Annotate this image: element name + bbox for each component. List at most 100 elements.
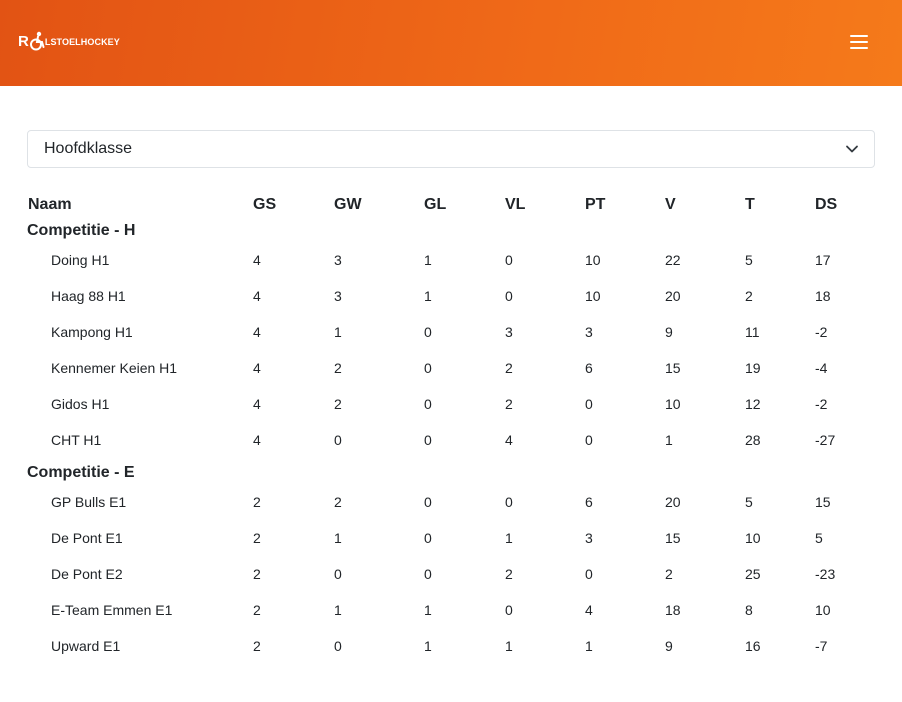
cell-gl: 1 <box>424 638 432 654</box>
hamburger-menu-icon[interactable] <box>846 30 872 54</box>
cell-gs: 4 <box>253 432 261 448</box>
col-ds: DS <box>815 196 838 213</box>
cell-gw: 1 <box>334 324 342 340</box>
table-row: Upward E1 2 0 1 1 1 9 16 -7 <box>27 628 875 664</box>
cell-ds: -27 <box>815 432 836 448</box>
cell-pt: 3 <box>585 530 593 546</box>
col-gl: GL <box>424 196 447 213</box>
cell-gl: 0 <box>424 530 432 546</box>
menu-bar <box>850 47 868 49</box>
col-gs: GS <box>253 196 277 213</box>
team-name: Kampong H1 <box>51 324 133 340</box>
cell-gw: 0 <box>334 566 342 582</box>
cell-gl: 1 <box>424 288 432 304</box>
cell-gs: 4 <box>253 360 261 376</box>
cell-gs: 2 <box>253 602 261 618</box>
league-select[interactable]: Hoofdklasse <box>27 130 875 168</box>
table-row: Gidos H1 4 2 0 2 0 10 12 -2 <box>27 386 875 422</box>
site-logo[interactable]: R LSTOELHOCKEY <box>18 29 120 53</box>
cell-ds: 18 <box>815 288 831 304</box>
team-name: Upward E1 <box>51 638 121 654</box>
cell-ds: -23 <box>815 566 836 582</box>
cell-ds: 17 <box>815 252 831 268</box>
cell-pt: 6 <box>585 494 593 510</box>
cell-t: 10 <box>745 530 761 546</box>
table-row: Haag 88 H1 4 3 1 0 10 20 2 18 <box>27 278 875 314</box>
cell-t: 2 <box>745 288 753 304</box>
col-v: V <box>665 196 676 213</box>
cell-gs: 2 <box>253 638 261 654</box>
cell-ds: 10 <box>815 602 831 618</box>
logo-wordmark: LSTOELHOCKEY <box>44 37 120 47</box>
cell-vl: 0 <box>505 602 513 618</box>
cell-pt: 6 <box>585 360 593 376</box>
cell-ds: 15 <box>815 494 831 510</box>
cell-gw: 1 <box>334 602 342 618</box>
team-name: GP Bulls E1 <box>51 494 127 510</box>
cell-t: 11 <box>745 324 760 340</box>
cell-gw: 2 <box>334 494 342 510</box>
cell-v: 15 <box>665 360 681 376</box>
league-select-value: Hoofdklasse <box>44 140 133 157</box>
cell-gw: 3 <box>334 252 342 268</box>
cell-gl: 1 <box>424 252 432 268</box>
cell-vl: 2 <box>505 566 513 582</box>
col-t: T <box>745 196 755 213</box>
cell-v: 22 <box>665 252 681 268</box>
team-name: De Pont E1 <box>51 530 123 546</box>
cell-gs: 2 <box>253 530 261 546</box>
table-header: Naam GS GW GL VL PT V T DS <box>27 190 875 220</box>
col-naam: Naam <box>28 196 72 213</box>
cell-pt: 4 <box>585 602 593 618</box>
cell-vl: 3 <box>505 324 513 340</box>
cell-ds: 5 <box>815 530 823 546</box>
cell-gl: 0 <box>424 494 432 510</box>
cell-gl: 0 <box>424 396 432 412</box>
group-row: Competitie - E <box>27 458 875 484</box>
logo-letter-r: R <box>18 32 29 50</box>
cell-v: 18 <box>665 602 681 618</box>
cell-v: 2 <box>665 566 673 582</box>
cell-v: 1 <box>665 432 673 448</box>
cell-v: 15 <box>665 530 681 546</box>
cell-gs: 4 <box>253 324 261 340</box>
table-body: Competitie - H Doing H1 4 3 1 0 10 22 5 17 Haag 88… <box>27 220 875 664</box>
team-name: Gidos H1 <box>51 396 110 412</box>
cell-pt: 0 <box>585 432 593 448</box>
chevron-down-icon <box>846 145 858 153</box>
cell-pt: 0 <box>585 396 593 412</box>
cell-vl: 0 <box>505 288 513 304</box>
table-row: De Pont E2 2 0 0 2 0 2 25 -23 <box>27 556 875 592</box>
header-row: Naam GS GW GL VL PT V T DS <box>27 190 875 220</box>
cell-pt: 3 <box>585 324 593 340</box>
team-name: De Pont E2 <box>51 566 123 582</box>
cell-v: 9 <box>665 324 673 340</box>
col-vl: VL <box>505 196 526 213</box>
table-row: E-Team Emmen E1 2 1 1 0 4 18 8 10 <box>27 592 875 628</box>
cell-pt: 10 <box>585 288 601 304</box>
table-row: CHT H1 4 0 0 4 0 1 28 -27 <box>27 422 875 458</box>
team-name: CHT H1 <box>51 432 102 448</box>
cell-gw: 1 <box>334 530 342 546</box>
cell-t: 16 <box>745 638 761 654</box>
table-row: GP Bulls E1 2 2 0 0 6 20 5 15 <box>27 484 875 520</box>
team-name: Haag 88 H1 <box>51 288 126 304</box>
group-row: Competitie - H <box>27 220 875 242</box>
menu-bar <box>850 35 868 37</box>
cell-t: 8 <box>745 602 753 618</box>
table-row: Kampong H1 4 1 0 3 3 9 11 -2 <box>27 314 875 350</box>
cell-gl: 1 <box>424 602 432 618</box>
cell-gs: 4 <box>253 288 261 304</box>
top-navbar: R LSTOELHOCKEY <box>0 0 902 86</box>
cell-t: 5 <box>745 494 753 510</box>
cell-t: 5 <box>745 252 753 268</box>
wheelchair-logo-icon <box>29 31 45 51</box>
table-row: Doing H1 4 3 1 0 10 22 5 17 <box>27 242 875 278</box>
col-pt: PT <box>585 196 606 213</box>
cell-gw: 3 <box>334 288 342 304</box>
cell-gl: 0 <box>424 566 432 582</box>
cell-pt: 0 <box>585 566 593 582</box>
cell-gs: 4 <box>253 396 261 412</box>
cell-vl: 0 <box>505 252 513 268</box>
cell-t: 25 <box>745 566 761 582</box>
